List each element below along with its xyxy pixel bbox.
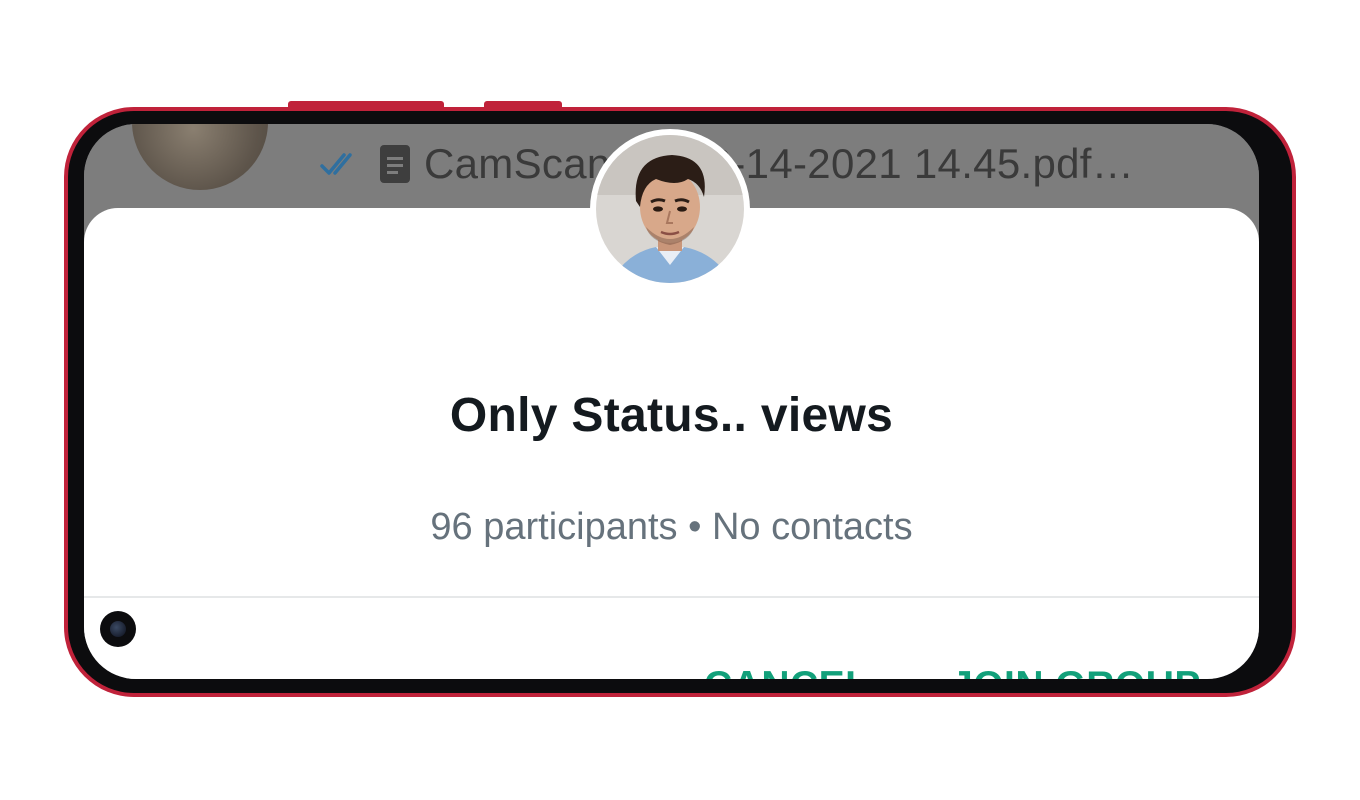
group-avatar-image [596, 135, 744, 283]
join-group-button[interactable]: JOIN GROUP [951, 664, 1201, 679]
phone-screen: CamScanner 12-14-2021 14.45.pdf… Only St… [84, 124, 1259, 679]
screenshot-stage: CamScanner 12-14-2021 14.45.pdf… Only St… [0, 0, 1360, 800]
double-check-icon [320, 153, 352, 175]
contact-avatar [132, 124, 268, 190]
cancel-button[interactable]: CANCEL [704, 664, 870, 679]
document-icon [380, 145, 410, 183]
person-portrait-icon [596, 135, 744, 283]
group-avatar [590, 129, 750, 289]
chat-preview-filename: CamScanner 12-14-2021 14.45.pdf… [424, 140, 1135, 187]
dialog-divider [84, 596, 1259, 598]
group-participants-info: 96 participants • No contacts [430, 506, 913, 548]
front-camera [100, 611, 136, 647]
group-name: Only Status.. views [449, 389, 894, 442]
